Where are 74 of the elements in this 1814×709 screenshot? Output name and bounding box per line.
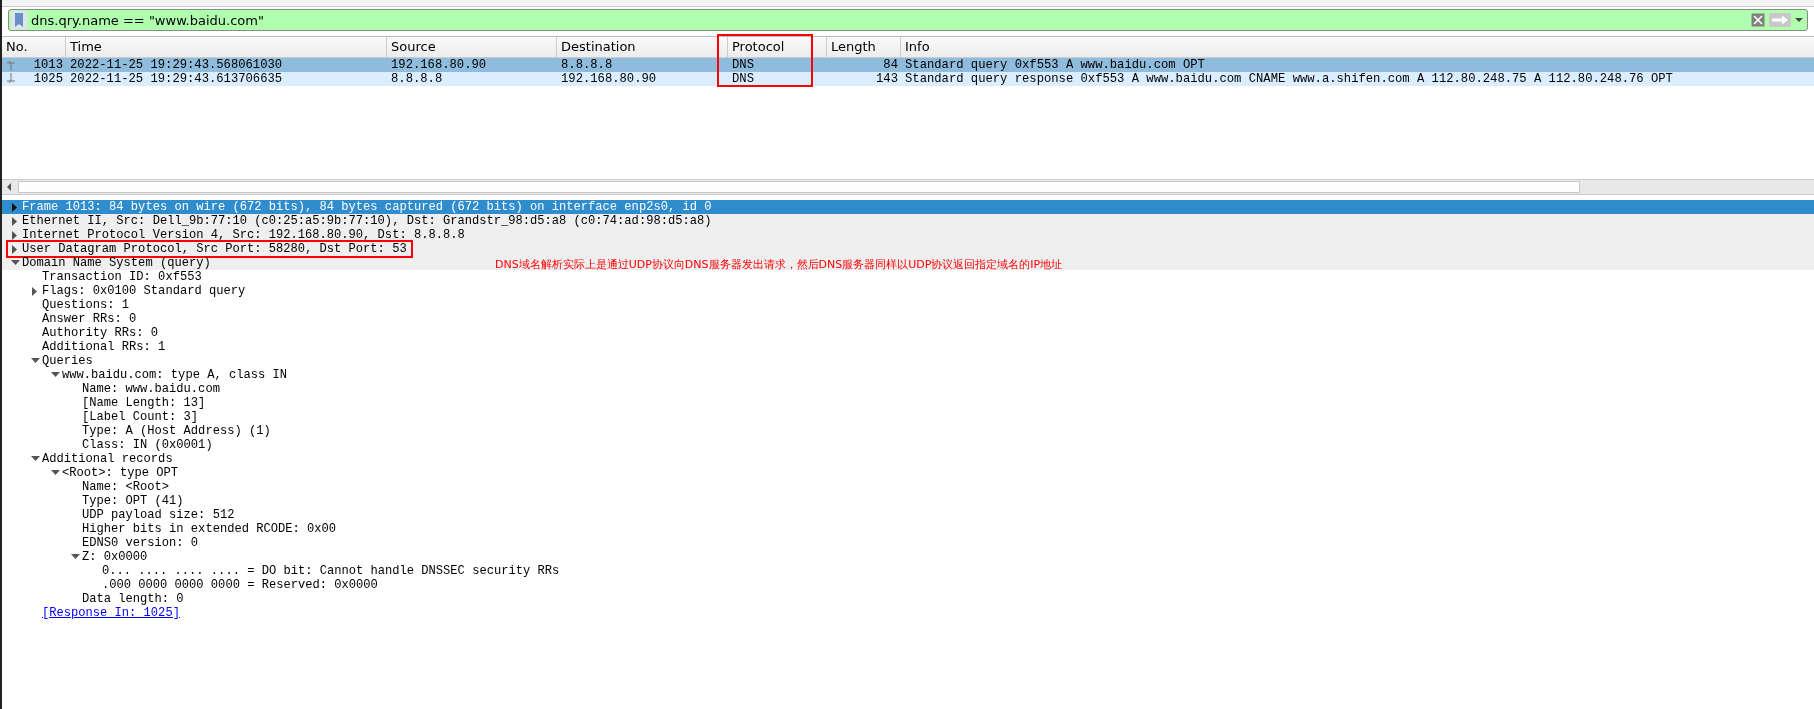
table-cell: 2022-11-25 19:29:43.613706635 bbox=[70, 72, 283, 86]
tree-row[interactable]: Higher bits in extended RCODE: 0x00 bbox=[2, 522, 1814, 536]
column-header[interactable]: Info bbox=[901, 37, 1814, 57]
caret-icon[interactable] bbox=[1795, 17, 1803, 23]
related-packet-icon bbox=[6, 73, 16, 85]
table-cell: Standard query response 0xf553 A www.baidu.com CNAME www.a.shifen.com A 112.80.248.75 A 112.80.248.76 OPT bbox=[905, 72, 1673, 86]
tree-row[interactable]: Name: www.baidu.com bbox=[2, 382, 1814, 396]
tree-row[interactable]: 0... .... .... .... = DO bit: Cannot handle DNSSEC security RRs bbox=[2, 564, 1814, 578]
tree-row[interactable]: .000 0000 0000 0000 = Reserved: 0x0000 bbox=[2, 578, 1814, 592]
collapsed-arrow-icon[interactable] bbox=[12, 230, 18, 240]
column-header[interactable]: No. bbox=[2, 37, 66, 57]
collapsed-arrow-icon[interactable] bbox=[12, 202, 18, 212]
tree-row[interactable]: www.baidu.com: type A, class IN bbox=[2, 368, 1814, 382]
filter-bar[interactable]: dns.qry.name == "www.baidu.com" bbox=[8, 9, 1808, 31]
table-cell: 143 bbox=[876, 72, 898, 86]
table-cell: DNS bbox=[732, 72, 754, 86]
packet-row[interactable]: 1013 2022-11-25 19:29:43.568061030 192.168.80.90 8.8.8.8 DNS 84 Standard query 0xf553 A www.baidu.com OPT bbox=[2, 58, 1814, 72]
table-cell: 84 bbox=[883, 58, 898, 72]
tree-row[interactable]: User Datagram Protocol, Src Port: 58280, Dst Port: 53 bbox=[2, 242, 1814, 256]
tree-row[interactable]: <Root>: type OPT bbox=[2, 466, 1814, 480]
tree-row[interactable]: Questions: 1 bbox=[2, 298, 1814, 312]
collapsed-arrow-icon[interactable] bbox=[12, 216, 18, 226]
expanded-arrow-icon[interactable] bbox=[10, 260, 20, 266]
table-cell: 8.8.8.8 bbox=[391, 72, 443, 86]
table-cell: 2022-11-25 19:29:43.568061030 bbox=[70, 58, 283, 72]
table-cell: 1013 bbox=[33, 58, 63, 72]
column-header[interactable]: Destination bbox=[557, 37, 728, 57]
column-header[interactable]: Time bbox=[66, 37, 387, 57]
tree-row[interactable]: EDNS0 version: 0 bbox=[2, 536, 1814, 550]
table-cell: 192.168.80.90 bbox=[561, 72, 657, 86]
annotation-text: DNS域名解析实际上是通过UDP协议向DNS服务器发出请求，然后DNS服务器同样以UDP协议返回指定域名的IP地址 bbox=[495, 257, 1063, 272]
table-cell: DNS bbox=[732, 58, 754, 72]
column-header[interactable]: Length bbox=[827, 37, 901, 57]
tree-row[interactable]: Additional RRs: 1 bbox=[2, 340, 1814, 354]
related-packet-icon bbox=[6, 59, 16, 71]
tree-row[interactable]: Ethernet II, Src: Dell_9b:77:10 (c0:25:a5:9b:77:10), Dst: Grandstr_98:d5:a8 (c0:74:ad:98:d5:a8) bbox=[2, 214, 1814, 228]
tree-row[interactable]: Class: IN (0x0001) bbox=[2, 438, 1814, 452]
tree-row[interactable]: Additional records bbox=[2, 452, 1814, 466]
collapsed-arrow-icon[interactable] bbox=[32, 286, 38, 296]
expanded-arrow-icon[interactable] bbox=[30, 456, 40, 462]
tree-row[interactable]: Z: 0x0000 bbox=[2, 550, 1814, 564]
table-cell: 8.8.8.8 bbox=[561, 58, 613, 72]
tree-row[interactable]: Name: <Root> bbox=[2, 480, 1814, 494]
collapsed-arrow-icon[interactable] bbox=[12, 244, 18, 254]
tree-row[interactable]: [Label Count: 3] bbox=[2, 410, 1814, 424]
tree-row[interactable]: Frame 1013: 84 bytes on wire (672 bits), 84 bytes captured (672 bits) on interface enp2s0, id 0 bbox=[2, 200, 1814, 214]
response-link[interactable]: [Response In: 1025] bbox=[42, 606, 180, 620]
expanded-arrow-icon[interactable] bbox=[70, 554, 80, 560]
tree-row[interactable]: Type: OPT (41) bbox=[2, 494, 1814, 508]
tree-row[interactable]: Type: A (Host Address) (1) bbox=[2, 424, 1814, 438]
expanded-arrow-icon[interactable] bbox=[50, 470, 60, 476]
table-cell: Standard query 0xf553 A www.baidu.com OPT bbox=[905, 58, 1205, 72]
tree-row[interactable]: Authority RRs: 0 bbox=[2, 326, 1814, 340]
tree-row[interactable]: UDP payload size: 512 bbox=[2, 508, 1814, 522]
tree-row[interactable]: Flags: 0x0100 Standard query bbox=[2, 284, 1814, 298]
arrow-left-icon[interactable] bbox=[6, 183, 12, 191]
clear-icon[interactable] bbox=[1751, 13, 1765, 27]
tree-row[interactable]: [Name Length: 13] bbox=[2, 396, 1814, 410]
packet-row[interactable]: 1025 2022-11-25 19:29:43.613706635 8.8.8.8 192.168.80.90 DNS 143 Standard query response 0xf553 A www.baidu.com CNAME www.a.shifen.com A 112.80.248.75 A 112.80.248.76 OPT bbox=[2, 72, 1814, 86]
tree-row[interactable]: Internet Protocol Version 4, Src: 192.168.80.90, Dst: 8.8.8.8 bbox=[2, 228, 1814, 242]
display-filter-field[interactable]: dns.qry.name == "www.baidu.com" bbox=[31, 12, 1747, 28]
table-cell: 1025 bbox=[33, 72, 63, 86]
expanded-arrow-icon[interactable] bbox=[30, 358, 40, 364]
tree-row[interactable]: Data length: 0 bbox=[2, 592, 1814, 606]
tree-row[interactable]: Transaction ID: 0xf553 bbox=[2, 270, 1814, 284]
table-cell: 192.168.80.90 bbox=[391, 58, 487, 72]
bookmark-icon[interactable] bbox=[11, 11, 27, 29]
column-header[interactable]: Protocol bbox=[728, 37, 827, 57]
horizontal-scrollbar[interactable] bbox=[2, 179, 1814, 195]
tree-row[interactable]: Answer RRs: 0 bbox=[2, 312, 1814, 326]
tree-row[interactable]: Queries bbox=[2, 354, 1814, 368]
tree-row[interactable]: [Response In: 1025] bbox=[2, 606, 1814, 620]
column-header[interactable]: Source bbox=[387, 37, 557, 57]
expanded-arrow-icon[interactable] bbox=[50, 372, 60, 378]
